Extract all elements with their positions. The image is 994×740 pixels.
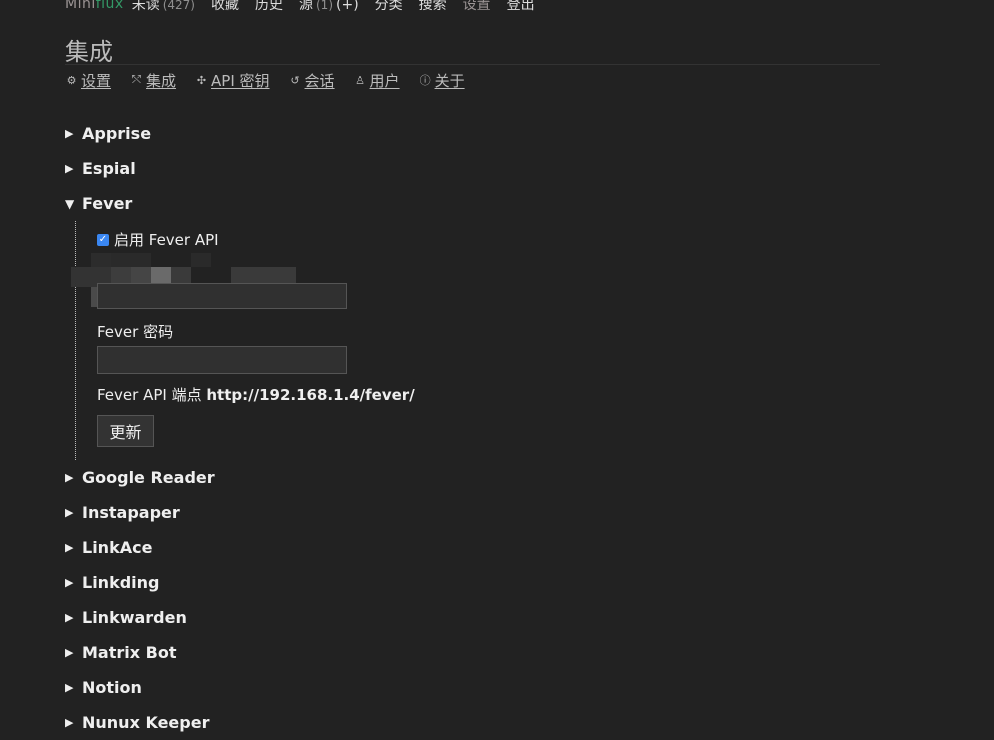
- section-title: Notion: [82, 678, 142, 697]
- section-instapaper[interactable]: ▶ Instapaper: [65, 495, 885, 530]
- section-linkwarden[interactable]: ▶ Linkwarden: [65, 600, 885, 635]
- settings-sub-navigation: ⚙ 设置 ⤲ 集成 ✣ API 密钥 ↺ 会话 ♙ 用户 ⓘ 关于: [65, 70, 484, 90]
- section-title: Apprise: [82, 124, 152, 143]
- section-fever[interactable]: ▼ Fever: [65, 186, 885, 221]
- nav-unread[interactable]: 未读 (427): [132, 0, 195, 14]
- subnav-sessions[interactable]: ↺ 会话: [289, 70, 335, 91]
- caret-right-icon: ▶: [65, 576, 74, 589]
- top-navigation: Miniflux 未读 (427) 收藏 历史 源 (1) (+) 分类 搜索 设置 …: [65, 0, 551, 14]
- logo-mini: Mini: [65, 0, 96, 12]
- caret-right-icon: ▶: [65, 506, 74, 519]
- subnav-users[interactable]: ♙ 用户: [354, 70, 400, 91]
- subnav-about[interactable]: ⓘ 关于: [419, 70, 465, 91]
- section-espial[interactable]: ▶ Espial: [65, 151, 885, 186]
- fever-password-label: Fever 密码: [97, 323, 174, 341]
- caret-right-icon: ▶: [65, 716, 74, 729]
- nav-feeds-count: (1): [316, 0, 333, 12]
- subnav-settings-label: 设置: [81, 71, 112, 90]
- nav-unread-count: (427): [162, 0, 195, 12]
- fever-username-field[interactable]: [97, 283, 347, 309]
- fever-endpoint-url: http://192.168.1.4/fever/: [206, 386, 415, 404]
- users-icon: ♙: [355, 73, 365, 87]
- subnav-settings[interactable]: ⚙ 设置: [65, 70, 111, 91]
- section-title: Instapaper: [82, 503, 180, 522]
- integration-icon: ⤲: [132, 73, 141, 86]
- fever-endpoint-label: Fever API 端点: [97, 386, 202, 404]
- section-google-reader[interactable]: ▶ Google Reader: [65, 460, 885, 495]
- nav-unread-label: 未读: [131, 0, 160, 13]
- checkbox-checked[interactable]: ✓: [97, 233, 109, 246]
- fever-endpoint: Fever API 端点 http://192.168.1.4/fever/: [97, 384, 415, 405]
- caret-right-icon: ▶: [65, 611, 74, 624]
- subnav-sessions-label: 会话: [304, 71, 335, 90]
- nav-feeds-add[interactable]: (+): [336, 0, 359, 13]
- info-icon: ⓘ: [419, 74, 431, 87]
- fever-enable-label: 启用 Fever API: [114, 231, 219, 249]
- caret-right-icon: ▶: [65, 162, 74, 175]
- subnav-integrations-label: 集成: [146, 71, 177, 90]
- subnav-integrations[interactable]: ⤲ 集成: [130, 70, 176, 91]
- nav-logout[interactable]: 登出: [507, 0, 535, 14]
- integrations-list: ▶ Apprise ▶ Espial ▼ Fever ✓ 启用 Fever API F…: [65, 116, 885, 740]
- subnav-about-label: 关于: [434, 71, 465, 90]
- caret-right-icon: ▶: [65, 471, 74, 484]
- section-title: Espial: [82, 159, 136, 178]
- gear-icon: ⚙: [66, 73, 77, 87]
- section-title: LinkAce: [82, 538, 153, 557]
- nav-starred[interactable]: 收藏: [211, 0, 239, 14]
- section-title: Matrix Bot: [82, 643, 177, 662]
- caret-right-icon: ▶: [65, 541, 74, 554]
- fever-settings-panel: ✓ 启用 Fever API Fever 密码 Fever API 端点 htt…: [71, 221, 885, 460]
- nav-search[interactable]: 搜索: [419, 0, 447, 14]
- caret-down-icon: ▼: [65, 196, 75, 211]
- section-title: Fever: [82, 194, 133, 213]
- section-title: Linkding: [82, 573, 160, 592]
- page-title: 集成: [65, 38, 113, 66]
- section-linkace[interactable]: ▶ LinkAce: [65, 530, 885, 565]
- section-linkding[interactable]: ▶ Linkding: [65, 565, 885, 600]
- api-key-icon: ✣: [196, 73, 207, 87]
- nav-categories[interactable]: 分类: [375, 0, 403, 14]
- logo-flux: flux: [95, 0, 124, 12]
- section-title: Nunux Keeper: [82, 713, 210, 732]
- title-divider: [65, 64, 880, 65]
- subnav-api-keys[interactable]: ✣ API 密钥: [195, 70, 270, 91]
- session-icon: ↺: [290, 73, 300, 87]
- caret-right-icon: ▶: [65, 127, 74, 140]
- nav-feeds-label: 源: [299, 0, 313, 13]
- nav-feeds[interactable]: 源 (1) (+): [299, 0, 359, 14]
- caret-right-icon: ▶: [65, 681, 74, 694]
- logo[interactable]: Miniflux: [65, 0, 124, 12]
- subnav-users-label: 用户: [369, 71, 400, 90]
- section-notion[interactable]: ▶ Notion: [65, 670, 885, 705]
- section-apprise[interactable]: ▶ Apprise: [65, 116, 885, 151]
- section-matrix-bot[interactable]: ▶ Matrix Bot: [65, 635, 885, 670]
- nav-history[interactable]: 历史: [255, 0, 283, 14]
- fever-password-field[interactable]: [97, 346, 347, 374]
- update-button[interactable]: 更新: [97, 415, 154, 447]
- nav-settings[interactable]: 设置: [463, 0, 491, 14]
- section-nunux-keeper[interactable]: ▶ Nunux Keeper: [65, 705, 885, 740]
- caret-right-icon: ▶: [65, 646, 74, 659]
- section-title: Google Reader: [82, 468, 215, 487]
- section-title: Linkwarden: [82, 608, 187, 627]
- subnav-api-keys-label: API 密钥: [211, 71, 270, 90]
- fever-enable-toggle[interactable]: ✓ 启用 Fever API: [97, 229, 219, 250]
